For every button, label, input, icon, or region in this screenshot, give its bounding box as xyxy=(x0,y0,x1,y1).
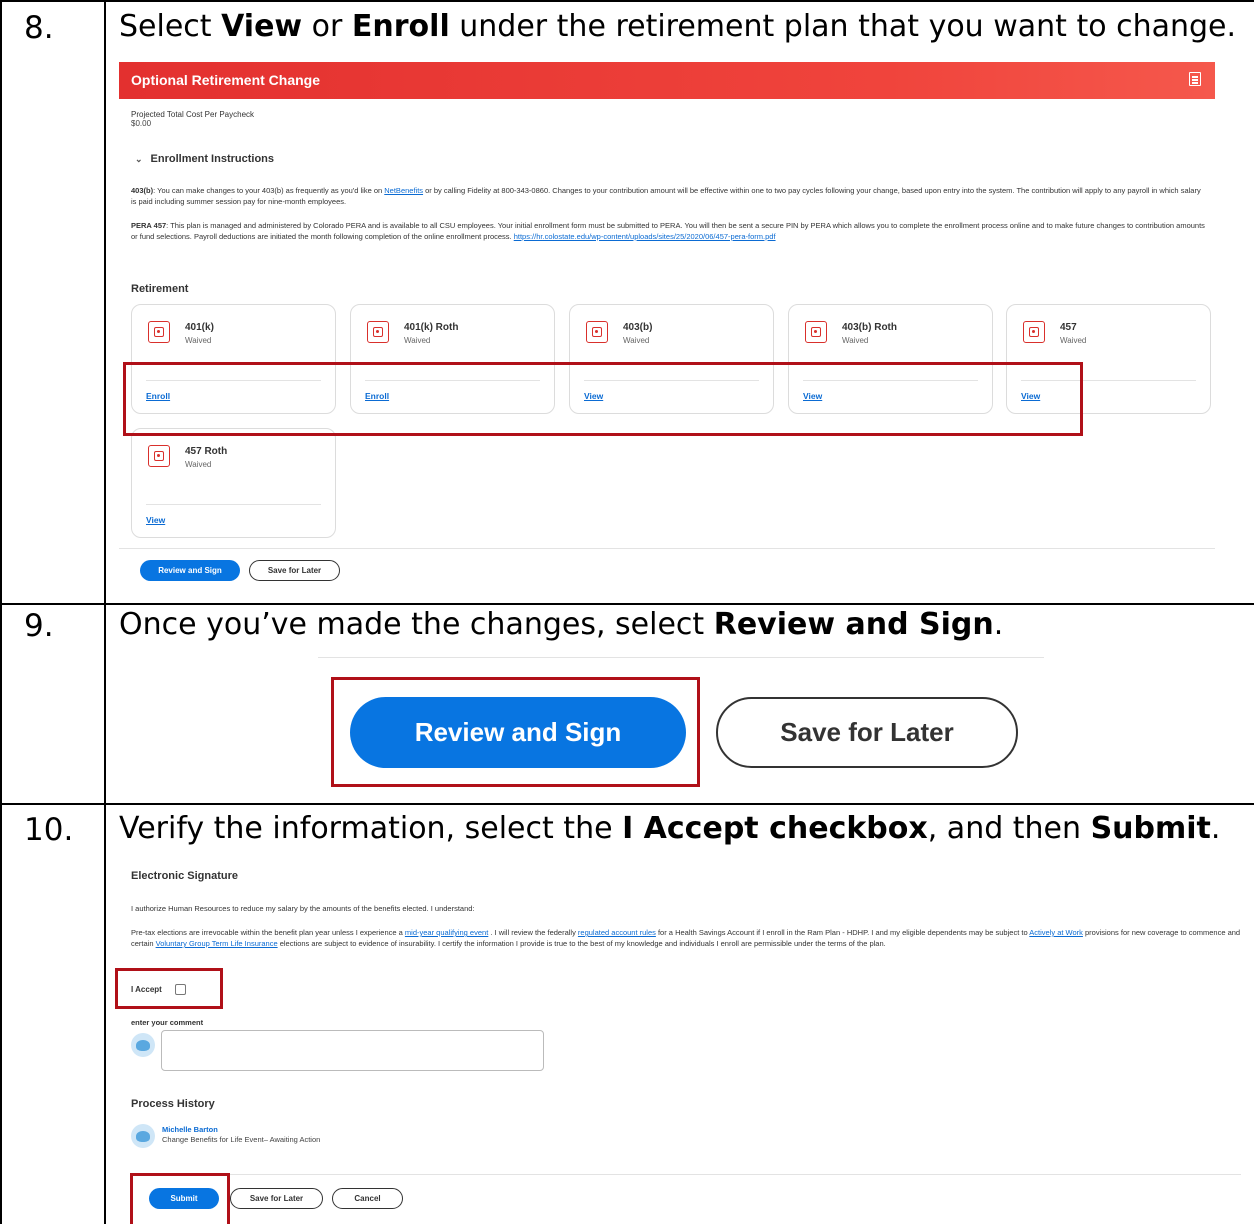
cancel-button[interactable]: Cancel xyxy=(332,1188,403,1209)
save-for-later-button[interactable]: Save for Later xyxy=(230,1188,323,1209)
instructions-toggle[interactable]: ⌄ Enrollment Instructions xyxy=(135,153,274,165)
table-border xyxy=(0,603,1254,605)
step-number: 10. xyxy=(24,812,74,848)
divider xyxy=(131,1174,1241,1175)
step-number: 8. xyxy=(24,10,54,46)
step-instruction: Select View or Enroll under the retireme… xyxy=(119,9,1237,44)
safe-icon xyxy=(586,321,608,343)
pera-form-link[interactable]: https://hr.colostate.edu/wp-content/uplo… xyxy=(514,232,776,241)
chevron-down-icon: ⌄ xyxy=(135,154,143,164)
divider xyxy=(318,657,1044,658)
safe-icon xyxy=(148,445,170,467)
safe-icon xyxy=(148,321,170,343)
signature-heading: Electronic Signature xyxy=(131,870,238,882)
history-status: Change Benefits for Life Event– Awaiting… xyxy=(162,1135,321,1144)
account-rules-link[interactable]: regulated account rules xyxy=(578,928,656,937)
highlight-box xyxy=(331,677,700,787)
plan-card-457-roth: 457 Roth Waived View xyxy=(131,428,336,538)
comment-input[interactable] xyxy=(161,1030,544,1071)
export-icon[interactable] xyxy=(1189,72,1201,86)
save-for-later-button[interactable]: Save for Later xyxy=(716,697,1018,768)
safe-icon xyxy=(367,321,389,343)
table-border xyxy=(0,803,1254,805)
process-history-heading: Process History xyxy=(131,1098,215,1110)
table-border xyxy=(0,0,2,1224)
page-banner: Optional Retirement Change xyxy=(119,62,1215,99)
save-for-later-button[interactable]: Save for Later xyxy=(249,560,340,581)
step-instruction: Verify the information, select the I Acc… xyxy=(119,811,1221,846)
avatar xyxy=(131,1033,155,1057)
step-instruction: Once you’ve made the changes, select Rev… xyxy=(119,607,1004,642)
page-title: Optional Retirement Change xyxy=(131,72,321,88)
instruction-paragraph-403b: 403(b): You can make changes to your 403… xyxy=(131,186,1201,206)
view-link[interactable]: View xyxy=(146,515,165,525)
life-insurance-link[interactable]: Voluntary Group Term Life Insurance xyxy=(156,939,278,948)
safe-icon xyxy=(805,321,827,343)
legal-text: Pre-tax elections are irrevocable within… xyxy=(131,928,1241,948)
retirement-heading: Retirement xyxy=(131,283,189,295)
table-border xyxy=(104,0,106,1224)
review-and-sign-button[interactable]: Review and Sign xyxy=(140,560,240,581)
step-number: 9. xyxy=(24,608,54,644)
comment-label: enter your comment xyxy=(131,1018,204,1027)
avatar xyxy=(131,1124,155,1148)
netbenefits-link[interactable]: NetBenefits xyxy=(384,186,423,195)
authorize-text: I authorize Human Resources to reduce my… xyxy=(131,904,475,913)
highlight-box xyxy=(123,362,1083,436)
table-border xyxy=(0,0,1254,2)
safe-icon xyxy=(1023,321,1045,343)
highlight-box xyxy=(130,1173,230,1224)
history-user-link[interactable]: Michelle Barton xyxy=(162,1125,218,1134)
highlight-box xyxy=(115,968,223,1009)
projected-cost: Projected Total Cost Per Paycheck $0.00 xyxy=(131,110,255,128)
actively-at-work-link[interactable]: Actively at Work xyxy=(1029,928,1083,937)
divider xyxy=(119,548,1215,549)
qualifying-event-link[interactable]: mid-year qualifying event xyxy=(405,928,488,937)
instruction-paragraph-pera457: PERA 457: This plan is managed and admin… xyxy=(131,221,1205,241)
